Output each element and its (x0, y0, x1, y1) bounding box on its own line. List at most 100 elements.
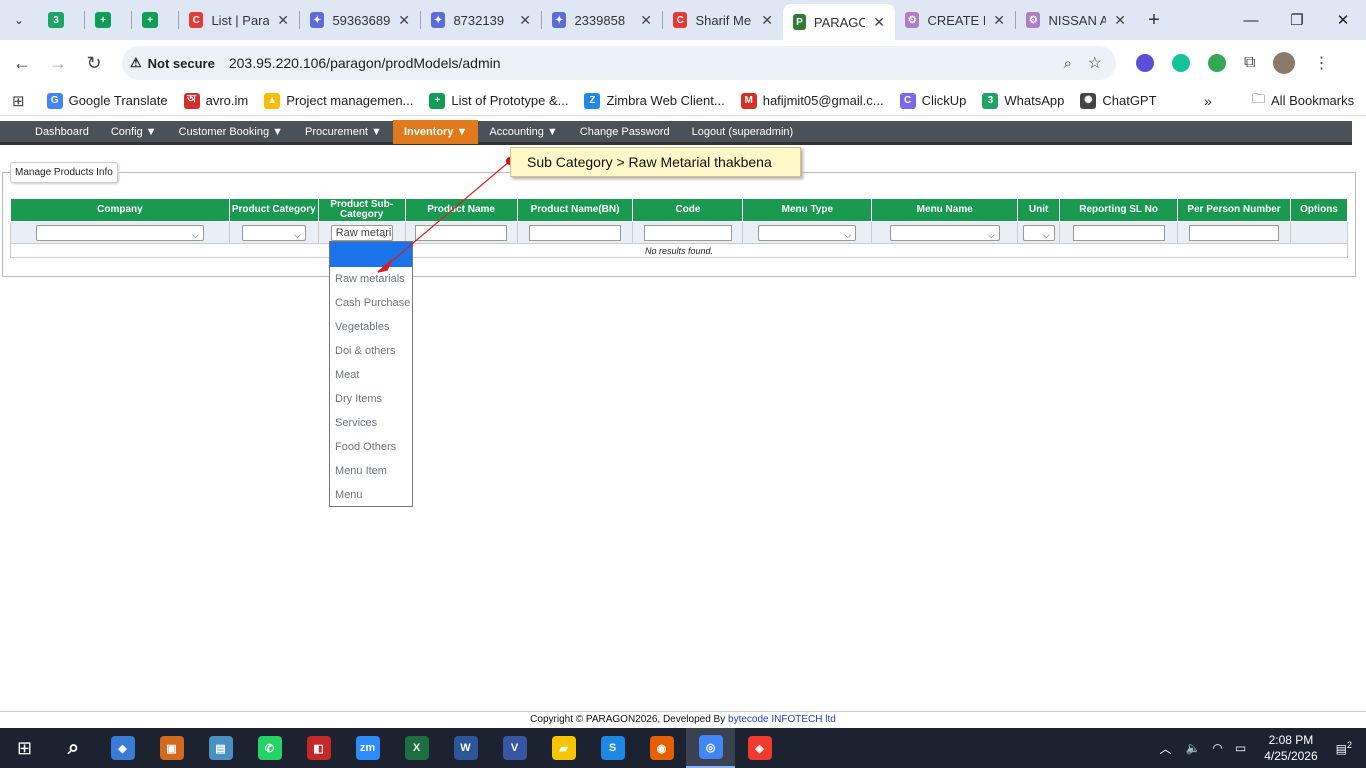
back-arrow-icon[interactable]: ← (4, 45, 40, 81)
tab-close-icon[interactable]: ✕ (1106, 12, 1126, 29)
bookmark-item[interactable]: ▲ Project managemen... (264, 92, 413, 109)
dropdown-option[interactable]: Doi & others (330, 339, 412, 363)
browser-tab[interactable]: C Sharif Me ✕ (663, 0, 783, 40)
tab-close-icon[interactable]: ✕ (511, 12, 531, 29)
product-name-filter-input[interactable] (415, 224, 508, 241)
taskbar-app-excel[interactable]: X (392, 728, 441, 768)
battery-icon[interactable]: ▭ (1235, 741, 1246, 755)
nav-menu-item[interactable]: Change Password (569, 120, 681, 144)
browser-tab[interactable]: 3 (38, 0, 84, 40)
browser-tab[interactable]: ✦ 59363689 ✕ (300, 0, 420, 40)
dropdown-option[interactable]: Food Others (330, 435, 412, 459)
nav-menu-item[interactable]: Procurement ▼ (294, 120, 393, 144)
taskbar-app-app-blue[interactable]: ▤ (196, 728, 245, 768)
close-window-icon[interactable]: ✕ (1320, 0, 1366, 40)
taskbar-app-anydesk[interactable]: ◈ (735, 728, 784, 768)
column-header[interactable]: Product Sub-Category (317, 198, 406, 222)
column-header[interactable]: Menu Name (871, 198, 1019, 222)
forward-arrow-icon[interactable]: → (40, 45, 76, 81)
omnibox[interactable]: ⚠ Not secure 203.95.220.106/paragon/prodM… (122, 46, 1116, 80)
new-tab-button[interactable]: + (1136, 0, 1172, 40)
column-header[interactable]: Per Person Number (1177, 198, 1291, 222)
code-filter-input[interactable] (643, 224, 732, 241)
extension-icon-1[interactable] (1136, 54, 1154, 72)
product-name-bn-filter-input[interactable] (529, 224, 622, 241)
notification-center-icon[interactable]: ▤2 (1336, 740, 1352, 756)
security-label[interactable]: Not secure (148, 56, 215, 71)
bookmark-item[interactable]: Mhafijmit05@gmail.c... (740, 92, 884, 109)
taskbar-app-whatsapp[interactable]: ✆ (245, 728, 294, 768)
tab-close-icon[interactable]: ✕ (985, 12, 1005, 29)
zoom-search-icon[interactable]: ⌕ (1064, 55, 1072, 72)
column-header[interactable]: Product Category (228, 198, 319, 222)
bookmark-item[interactable]: 3 WhatsApp (982, 92, 1064, 109)
all-bookmarks[interactable]: 🗀 All Bookmarks (1252, 90, 1354, 112)
dropdown-option[interactable]: Cash Purchase (330, 291, 412, 315)
browser-tab[interactable]: ⚙ NISSAN A ✕ (1016, 0, 1136, 40)
extension-icon-2[interactable] (1208, 54, 1226, 72)
nav-menu-item[interactable]: Accounting ▼ (478, 120, 568, 144)
volume-icon[interactable]: 🔈 (1185, 741, 1200, 755)
reporting-sl-filter-input[interactable] (1072, 224, 1165, 241)
tab-close-icon[interactable]: ✕ (753, 12, 773, 29)
bookmark-item[interactable]: ✺ ChatGPT (1080, 92, 1157, 109)
menu-name-filter-select[interactable]: ⌵ (889, 224, 1000, 241)
column-header[interactable]: Menu Type (742, 198, 873, 222)
dropdown-option[interactable]: Menu (330, 483, 412, 507)
dropdown-option[interactable]: Services (330, 411, 412, 435)
nav-menu-item[interactable]: Customer Booking ▼ (168, 120, 294, 144)
column-header[interactable]: Reporting SL No (1059, 198, 1179, 222)
bookmark-item[interactable]: C ClickUp (899, 92, 966, 109)
column-header[interactable]: Unit (1017, 198, 1061, 222)
column-header[interactable]: Code (632, 198, 744, 222)
nav-menu-item[interactable]: Logout (superadmin) (681, 120, 805, 144)
browser-tab[interactable]: + (85, 0, 131, 40)
bookmark-star-icon[interactable]: ☆ (1088, 53, 1102, 73)
taskbar-app-app-orange[interactable]: ▣ (147, 728, 196, 768)
browser-tab[interactable]: ✦ 2339858 ✕ (542, 0, 662, 40)
tab-search-chevron-icon[interactable]: ⌄ (0, 0, 38, 40)
column-header[interactable]: Product Name (404, 198, 518, 222)
dropdown-option[interactable]: Dry Items (330, 387, 412, 411)
column-header[interactable]: Company (10, 198, 230, 222)
taskbar-app-chrome[interactable]: ◎ (686, 728, 735, 768)
apps-grid-icon[interactable]: ⊞ (12, 92, 25, 110)
company-filter-select[interactable]: ⌵ (35, 224, 204, 241)
category-filter-select[interactable]: ⌵ (241, 224, 306, 241)
minimize-icon[interactable]: — (1228, 0, 1274, 40)
reload-icon[interactable]: ↻ (76, 45, 112, 81)
browser-tab[interactable]: ✦ 8732139 ✕ (421, 0, 541, 40)
taskbar-app-app-s[interactable]: S (588, 728, 637, 768)
taskbar-clock[interactable]: 2:08 PM 4/25/2026 (1264, 732, 1317, 764)
nav-menu-item[interactable]: Config ▼ (100, 120, 168, 144)
bookmarks-overflow-icon[interactable]: » (1204, 93, 1212, 109)
dropdown-option[interactable] (330, 242, 412, 267)
tab-close-icon[interactable]: ✕ (865, 14, 885, 31)
taskbar-app-search[interactable]: ⌕ (49, 728, 98, 768)
browser-tab[interactable]: ⚙ CREATE N✕ (895, 0, 1015, 40)
wifi-icon[interactable]: ◠ (1212, 741, 1222, 755)
column-header[interactable]: Options (1289, 198, 1349, 222)
extensions-puzzle-icon[interactable]: ⧉ (1244, 54, 1255, 72)
menu-type-filter-select[interactable]: ⌵ (758, 224, 857, 241)
subcategory-dropdown-list[interactable]: Raw metarials Cash Purchase Vegetables Doi … (329, 241, 413, 507)
tab-close-icon[interactable]: ✕ (390, 12, 410, 29)
bookmark-item[interactable]: G Google Translate (46, 92, 168, 109)
restore-icon[interactable]: ❐ (1274, 0, 1320, 40)
taskbar-app-visio[interactable]: V (490, 728, 539, 768)
taskbar-app-copilot[interactable]: ◆ (98, 728, 147, 768)
unit-filter-select[interactable]: ⌵ (1022, 224, 1055, 241)
footer-developer-link[interactable]: bytecode INFOTECH ltd (728, 714, 836, 725)
browser-tab[interactable]: + (132, 0, 178, 40)
tab-close-icon[interactable]: ✕ (632, 12, 652, 29)
dropdown-option[interactable]: Vegetables (330, 315, 412, 339)
profile-avatar[interactable] (1273, 52, 1296, 74)
taskbar-app-zoom[interactable]: zm (343, 728, 392, 768)
dropdown-option[interactable]: Raw metarials (330, 267, 412, 291)
tab-close-icon[interactable]: ✕ (269, 12, 289, 29)
browser-tab[interactable]: C List | Para ✕ (179, 0, 299, 40)
dropdown-option[interactable]: Menu Item (330, 459, 412, 483)
browser-tab[interactable]: P PARAGON✕ (783, 4, 895, 40)
nav-menu-item[interactable]: Dashboard (24, 120, 100, 144)
nav-menu-item[interactable]: Inventory ▼ (392, 119, 479, 144)
